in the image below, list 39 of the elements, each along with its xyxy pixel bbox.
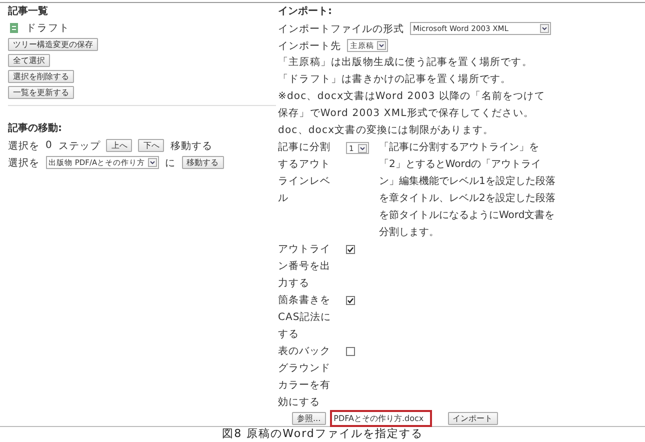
label: 移動する bbox=[170, 140, 212, 152]
label: 選択を bbox=[8, 140, 40, 152]
label: 選択を bbox=[8, 156, 40, 170]
caret-icon bbox=[148, 158, 158, 167]
document-icon bbox=[10, 23, 18, 33]
label: インポートファイルの形式 bbox=[278, 22, 404, 36]
option-label: 記事に分割するアウトラインレベル bbox=[278, 140, 332, 206]
label: に bbox=[165, 156, 176, 170]
tree-item[interactable]: ドラフト bbox=[26, 21, 70, 35]
action-button[interactable]: ツリー構造変更の保存 bbox=[8, 38, 98, 50]
checkbox[interactable] bbox=[346, 296, 355, 305]
note-text: ※doc、docx文書はWord 2003 以降の「名前をつけて保存」でWord 2003 XML形式で保存してください。doc、docx文書の変換には制限があります。 bbox=[278, 90, 546, 138]
caret-icon bbox=[540, 24, 549, 33]
label: インポート先 bbox=[278, 40, 341, 52]
move-button[interactable]: 移動する bbox=[182, 156, 224, 169]
note-text: 「ドラフト」は書きかけの記事を置く場所です。 bbox=[278, 72, 512, 87]
checkbox[interactable] bbox=[346, 245, 355, 254]
up-button[interactable]: 上へ bbox=[106, 139, 132, 152]
action-button[interactable]: 選択を削除する bbox=[8, 70, 74, 82]
option-label: 表のバックグラウンドカラーを有効にする bbox=[278, 344, 332, 410]
import-button[interactable]: インポート bbox=[448, 412, 498, 425]
browse-button[interactable]: 参照... bbox=[292, 412, 326, 425]
figure-caption: 図8 原稿のWordファイルを指定する bbox=[221, 428, 424, 440]
section-title: 記事一覧 bbox=[8, 4, 49, 19]
label: ステップ bbox=[58, 140, 100, 152]
section-title: インポート: bbox=[278, 5, 333, 19]
file-field[interactable]: PDFAとその作り方.docx bbox=[330, 410, 432, 427]
section-title: 記事の移動: bbox=[8, 122, 63, 136]
action-button[interactable]: 全て選択 bbox=[8, 54, 50, 66]
down-button[interactable]: 下へ bbox=[138, 139, 164, 152]
step-count: 0 bbox=[46, 140, 52, 151]
option-label: アウトライン番号を出力する bbox=[278, 243, 332, 291]
note-text: 「主原稿」は出版物生成に使う記事を置く場所です。 bbox=[278, 56, 534, 70]
action-button[interactable]: 一覧を更新する bbox=[8, 86, 74, 98]
checkbox[interactable] bbox=[346, 347, 355, 356]
option-label: 箇条書きをCAS記法にする bbox=[278, 294, 332, 342]
caret-icon bbox=[358, 144, 367, 152]
caret-icon bbox=[377, 41, 386, 50]
option-description: 「記事に分割するアウトライン」を「2」とするとWordの「アウトライン」編集機能でレベル1を設定した段落を章タイトル、レベル2を設定した段落を節タイトルになるようにWord文書を分割します。 bbox=[379, 140, 556, 240]
